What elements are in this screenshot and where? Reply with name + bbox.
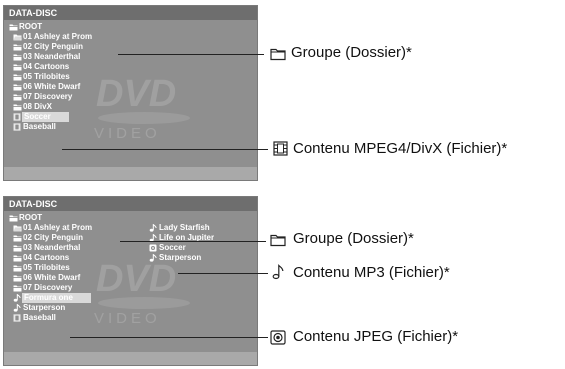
status-bar (4, 167, 257, 180)
list-item-label: 08 DivX (23, 102, 52, 111)
root-label: ROOT (19, 22, 43, 31)
data-disc-screen-1: DATA-DISC DVD VIDEO ROOT 01 Ashley at Pr… (3, 5, 258, 181)
list-item-label: 02 City Penguin (23, 42, 84, 51)
list-item-label: 01 Ashley at Prom (23, 223, 93, 232)
callout-jpeg: Contenu JPEG (Fichier)* (293, 328, 459, 345)
status-bar (4, 352, 257, 365)
svg-text:VIDEO: VIDEO (94, 310, 161, 327)
folder-icon (270, 48, 286, 61)
list-item-label: Baseball (23, 313, 56, 322)
list-item-label: Soccer (159, 243, 186, 252)
callout-group-2: Groupe (Dossier)* (293, 230, 414, 247)
list-item-label: 03 Neanderthal (23, 243, 81, 252)
callout-line-mpeg4 (62, 149, 268, 150)
svg-text:VIDEO: VIDEO (94, 125, 161, 142)
list-item-label: 03 Neanderthal (23, 52, 81, 61)
svg-text:DVD: DVD (96, 258, 176, 300)
list-item-label: Starperson (159, 253, 202, 262)
callout-line-jpeg (70, 337, 268, 338)
list-item-label: Soccer (22, 112, 69, 122)
callout-mp3: Contenu MP3 (Fichier)* (293, 264, 450, 281)
list-item-label: 07 Discovery (23, 92, 73, 101)
folder-icon (270, 234, 286, 247)
list-item-label: 02 City Penguin (23, 233, 84, 242)
list-item-label: 05 Trilobites (23, 263, 70, 272)
data-disc-screen-2: DATA-DISC DVD VIDEO ROOT 01 Ashley at Pr… (3, 196, 258, 366)
callout-line-group-2 (120, 241, 266, 242)
screen-title: DATA-DISC (4, 6, 257, 20)
list-item-label: 01 Ashley at Prom (23, 32, 93, 41)
dvd-video-logo-watermark: DVD VIDEO (94, 258, 190, 327)
folder-open-icon (9, 215, 18, 222)
callout-line-group-1 (118, 54, 264, 55)
list-item-label: 05 Trilobites (23, 72, 70, 81)
list-item-label: Formura one (22, 293, 91, 303)
callout-group-1: Groupe (Dossier)* (291, 44, 412, 61)
list-item-label: 06 White Dwarf (23, 82, 81, 91)
list-item-label: 04 Cartoons (23, 253, 70, 262)
list-item-label: 07 Discovery (23, 283, 73, 292)
list-item-label: Baseball (23, 122, 56, 131)
screen-title: DATA-DISC (4, 197, 257, 211)
root-label: ROOT (19, 213, 43, 222)
svg-text:DVD: DVD (96, 73, 176, 115)
list-item-label: 06 White Dwarf (23, 273, 81, 282)
film-icon (273, 141, 288, 156)
list-item-label: Lady Starfish (159, 223, 210, 232)
music-note-icon (272, 264, 284, 280)
list-item-label: 04 Cartoons (23, 62, 70, 71)
camera-icon (270, 330, 286, 345)
callout-line-mp3 (178, 273, 268, 274)
dvd-video-logo-watermark: DVD VIDEO (94, 73, 190, 142)
folder-open-icon (9, 24, 18, 31)
list-item-label: Starperson (23, 303, 66, 312)
callout-mpeg4: Contenu MPEG4/DivX (Fichier)* (293, 140, 508, 157)
